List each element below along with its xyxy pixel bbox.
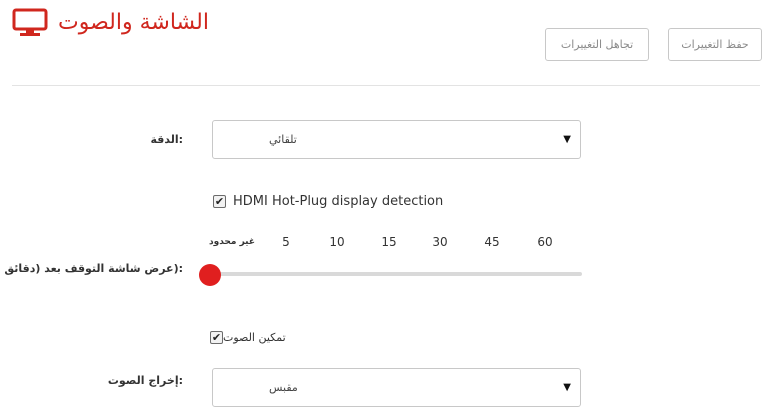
tick-10: 10 (329, 235, 345, 249)
screensaver-slider-thumb[interactable] (199, 264, 221, 286)
tick-5: 5 (282, 235, 290, 249)
hdmi-hotplug-option[interactable]: ✔ HDMI Hot-Plug display detection (213, 194, 443, 209)
tick-60: 60 (537, 235, 553, 249)
tick-unlimited: غير محدود (208, 237, 256, 247)
chevron-down-icon: ▼ (563, 134, 571, 145)
hdmi-hotplug-label: HDMI Hot-Plug display detection (233, 194, 444, 209)
resolution-select[interactable]: تلقائي ▼ (212, 120, 581, 159)
tick-30: 30 (432, 235, 448, 249)
page-header: الشاشة والصوت (12, 8, 209, 38)
resolution-label: :الدقة (150, 133, 183, 146)
enable-audio-checkbox[interactable]: ✔ (210, 331, 223, 344)
monitor-icon (12, 8, 48, 36)
enable-audio-label: تمكين الصوت (223, 331, 286, 344)
audio-output-select[interactable]: مقبس ▼ (212, 368, 581, 407)
screensaver-slider-track[interactable] (210, 272, 582, 276)
screensaver-label: :(عرض شاشة التوقف بعد (دقائق (4, 262, 183, 275)
enable-audio-option[interactable]: ✔ تمكين الصوت (210, 331, 292, 344)
hdmi-hotplug-checkbox[interactable]: ✔ (213, 195, 226, 208)
checkmark-icon: ✔ (211, 331, 222, 344)
tick-15: 15 (381, 235, 397, 249)
checkmark-icon: ✔ (214, 195, 225, 208)
audio-output-label: :إخراج الصوت (107, 374, 183, 387)
header-divider (12, 85, 760, 86)
screensaver-tick-labels: غير محدود 5 10 15 30 45 60 (0, 235, 773, 255)
audio-output-select-value: مقبس (269, 381, 298, 394)
save-changes-button[interactable]: حفظ التغييرات (668, 28, 762, 61)
page-title: الشاشة والصوت (58, 10, 209, 35)
tick-45: 45 (484, 235, 500, 249)
discard-changes-button[interactable]: تجاهل التغييرات (545, 28, 649, 61)
resolution-select-value: تلقائي (269, 133, 297, 146)
display-audio-settings-page: الشاشة والصوت تجاهل التغييرات حفظ التغيي… (0, 0, 773, 407)
chevron-down-icon: ▼ (563, 382, 571, 393)
